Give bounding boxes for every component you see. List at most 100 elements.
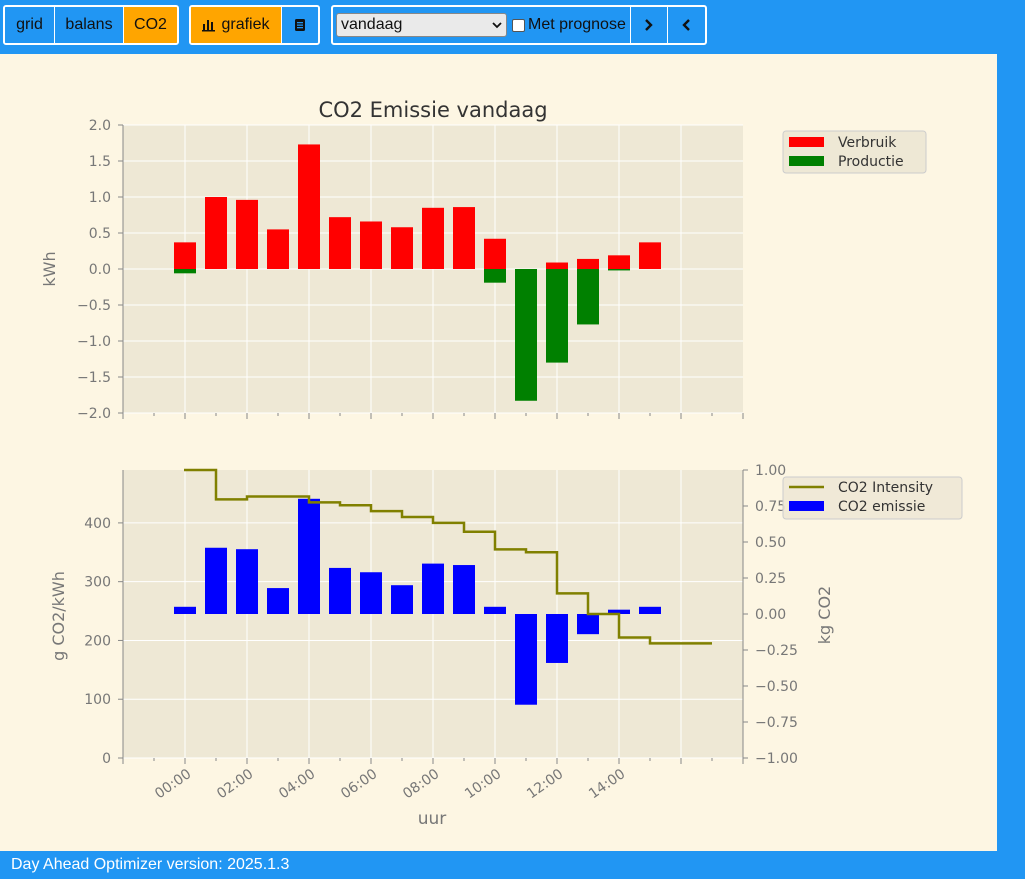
ytick-label-right: 0.50: [755, 535, 786, 551]
bar-verbruik: [391, 227, 413, 269]
bar-co2-emissie: [267, 588, 289, 614]
period-select[interactable]: vandaag: [336, 13, 507, 37]
ylabel-right: kg CO2: [815, 586, 834, 644]
ytick-label-right: 0.75: [755, 499, 786, 515]
ytick-label: 0.5: [89, 226, 111, 242]
next-button[interactable]: [630, 7, 668, 43]
xtick-label: 12:00: [524, 766, 566, 802]
xtick-label: 00:00: [152, 766, 194, 802]
period-select-value: vandaag: [341, 16, 403, 33]
chart-area: 2.0 1.5 1.0 0.5 0.0 −0.5 −1.0 −1.5 −2.0 CO2 Emiss…: [0, 54, 997, 851]
ytick-label-right: −0.75: [755, 715, 798, 731]
bar-verbruik: [577, 258, 599, 269]
bar-verbruik: [298, 144, 320, 269]
bar-co2-emissie: [174, 606, 196, 614]
co2-chart: 2.0 1.5 1.0 0.5 0.0 −0.5 −1.0 −1.5 −2.0 CO2 Emiss…: [40, 98, 963, 829]
ytick-label-right: 1.00: [755, 463, 786, 479]
ytick-label-right: −0.50: [755, 679, 798, 695]
forecast-checkbox-box[interactable]: [512, 18, 525, 32]
ytick-label: −2.0: [77, 406, 111, 422]
bar-co2-emissie: [484, 606, 506, 614]
chart-title: CO2 Emissie vandaag: [318, 98, 547, 122]
bar-verbruik: [329, 217, 351, 269]
bar-co2-emissie: [236, 549, 258, 614]
table-mode-button[interactable]: [282, 7, 318, 43]
bar-productie: [546, 269, 568, 363]
version-text: Day Ahead Optimizer version: 2025.1.3: [11, 856, 290, 873]
footer: Day Ahead Optimizer version: 2025.1.3: [0, 851, 1025, 876]
ytick-label: 1.5: [89, 154, 111, 170]
bar-co2-emissie: [329, 567, 351, 614]
chevron-left-icon: [682, 19, 690, 31]
view-tab-group: grid balans CO2: [3, 5, 179, 45]
legend-swatch: [789, 501, 824, 511]
ytick-label: 2.0: [89, 118, 111, 134]
tab-grid[interactable]: grid: [5, 7, 55, 43]
bar-productie: [608, 269, 630, 271]
tab-balans[interactable]: balans: [55, 7, 124, 43]
bar-productie: [577, 269, 599, 325]
forecast-checkbox-label: Met prognose: [528, 16, 626, 33]
ytick-label-right: 0.25: [755, 571, 786, 587]
xtick-label: 04:00: [276, 766, 318, 802]
bar-co2-emissie: [360, 572, 382, 614]
bar-verbruik: [546, 262, 568, 269]
bar-productie: [484, 269, 506, 283]
ytick-label-right: −1.00: [755, 751, 798, 767]
ytick-label: 0.0: [89, 262, 111, 278]
bar-verbruik: [205, 197, 227, 269]
bar-verbruik: [236, 199, 258, 269]
chevron-down-icon: [492, 22, 502, 29]
forecast-checkbox[interactable]: Met prognose: [510, 7, 631, 43]
xlabel: uur: [418, 809, 447, 829]
ytick-label-right: −0.25: [755, 643, 798, 659]
bar-verbruik: [360, 221, 382, 269]
ylabel-top: kWh: [40, 251, 59, 286]
xtick-label: 10:00: [462, 766, 504, 802]
bar-verbruik: [484, 238, 506, 269]
bar-verbruik: [608, 255, 630, 269]
bar-co2-emissie: [546, 614, 568, 663]
ytick-label-left: 400: [84, 516, 111, 532]
tab-co2[interactable]: CO2: [124, 7, 177, 43]
ylabel-left: g CO2/kWh: [49, 571, 68, 661]
bar-co2-emissie: [422, 563, 444, 614]
bar-co2-emissie: [515, 614, 537, 705]
legend-label: CO2 Intensity: [838, 480, 933, 496]
prev-button[interactable]: [667, 7, 704, 43]
bar-co2-emissie: [453, 565, 475, 614]
ytick-label: −1.0: [77, 334, 111, 350]
table-icon: [295, 19, 305, 31]
bar-productie: [174, 269, 196, 274]
xtick-label: 02:00: [214, 766, 256, 802]
view-mode-group: grafiek: [189, 5, 320, 45]
bar-productie: [515, 269, 537, 401]
toolbar: grid balans CO2 grafiek vandaag Met prog…: [0, 0, 1025, 54]
period-group: vandaag Met prognose: [331, 5, 707, 45]
xtick-label: 14:00: [586, 766, 628, 802]
ytick-label: −0.5: [77, 298, 111, 314]
bar-co2-emissie: [298, 498, 320, 614]
legend-label: Verbruik: [838, 135, 897, 151]
chart-mode-button[interactable]: grafiek: [191, 7, 282, 43]
ytick-label: 1.0: [89, 190, 111, 206]
legend-swatch: [789, 137, 824, 147]
chevron-right-icon: [644, 19, 653, 31]
bar-verbruik: [174, 242, 196, 269]
legend-swatch: [789, 156, 824, 166]
bar-co2-emissie: [391, 585, 413, 614]
bar-co2-emissie: [205, 547, 227, 614]
ytick-label-left: 100: [84, 692, 111, 708]
bar-verbruik: [639, 242, 661, 269]
bar-chart-icon: [202, 20, 216, 32]
chart-mode-label: grafiek: [221, 16, 270, 33]
ytick-label-left: 200: [84, 633, 111, 649]
ytick-label-left: 0: [102, 751, 111, 767]
ytick-label-right: 0.00: [755, 607, 786, 623]
xtick-label: 06:00: [338, 766, 380, 802]
xtick-label: 08:00: [400, 766, 442, 802]
bar-verbruik: [422, 207, 444, 269]
ytick-label: −1.5: [77, 370, 111, 386]
ytick-label-left: 300: [84, 575, 111, 591]
bar-co2-emissie: [639, 606, 661, 614]
